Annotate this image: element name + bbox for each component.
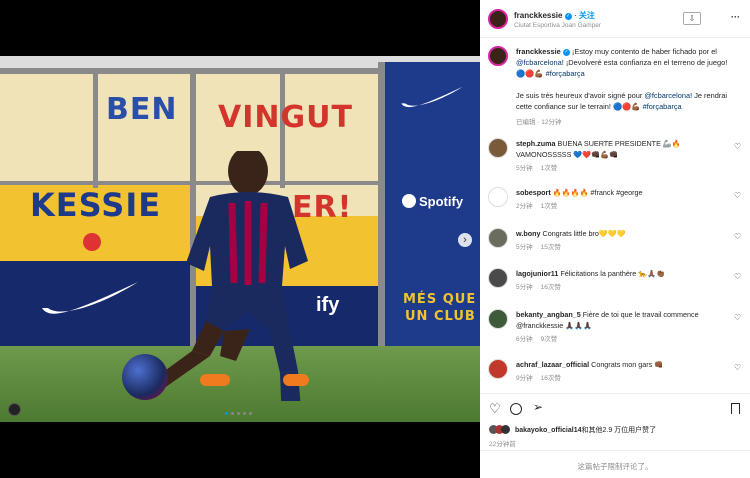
comment-meta: 5分钟 16次赞 bbox=[516, 281, 569, 291]
post-time: 22分钟前 bbox=[489, 441, 516, 448]
left-boot bbox=[200, 374, 230, 386]
mes-que-text: MÉS QUE bbox=[403, 292, 477, 307]
comment-username[interactable]: steph.zuma bbox=[516, 139, 556, 148]
caption: franckkessie ✓ ¡Estoy muy contento de ha… bbox=[488, 46, 743, 128]
like-icon[interactable]: ♡ bbox=[489, 401, 501, 417]
comment-likes[interactable]: 1次赞 bbox=[541, 165, 558, 172]
post-username[interactable]: franckkessie bbox=[514, 11, 562, 20]
comment-text: Félicitations la panthère 🐆🙏🏾👏🏾 bbox=[560, 269, 666, 278]
comment-time: 6分钟 bbox=[516, 336, 533, 343]
comment-text: 🔥🔥🔥🔥 #franck #george bbox=[552, 188, 643, 197]
hashtag-link[interactable]: #forçabarça bbox=[546, 69, 585, 78]
caption-username[interactable]: franckkessie bbox=[516, 47, 561, 56]
next-slide-button[interactable]: › bbox=[458, 233, 472, 247]
liker-username[interactable]: bakayoko_official14 bbox=[515, 427, 582, 434]
comment-meta: 5分钟 1次赞 bbox=[516, 162, 565, 172]
more-options-icon[interactable]: ··· bbox=[731, 12, 740, 22]
ben-text: BEN bbox=[106, 92, 178, 127]
comment-row: steph.zuma BUENA SUERTE PRESIDENTE 🦾🔥 VA… bbox=[488, 138, 743, 172]
save-icon[interactable] bbox=[731, 403, 740, 414]
comment-time: 2分钟 bbox=[516, 203, 533, 210]
comment-time: 5分钟 bbox=[516, 165, 533, 172]
comment-likes[interactable]: 15次赞 bbox=[541, 244, 561, 251]
avatar[interactable] bbox=[488, 268, 508, 288]
spotify-logo: Spotify bbox=[402, 194, 463, 209]
comment-like-icon[interactable]: ♡ bbox=[734, 272, 741, 281]
nike-swoosh-icon bbox=[401, 86, 463, 108]
liked-by: bakayoko_official14和其他2.9 万位用户赞了 bbox=[489, 425, 656, 435]
comment-username[interactable]: sobesport bbox=[516, 188, 551, 197]
mention-link[interactable]: @fcbarcelona! bbox=[644, 91, 692, 100]
comment-time: 9分钟 bbox=[516, 375, 533, 382]
comment-meta: 2分钟 1次赞 bbox=[516, 200, 565, 210]
comment-like-icon[interactable]: ♡ bbox=[734, 313, 741, 322]
comment-time: 5分钟 bbox=[516, 284, 533, 291]
post-location[interactable]: Ciutat Esportiva Joan Gamper bbox=[514, 22, 601, 29]
avatar[interactable] bbox=[488, 9, 508, 29]
slide-indicator bbox=[225, 412, 252, 415]
comment-row: sobesport 🔥🔥🔥🔥 #franck #george 2分钟 1次赞 ♡ bbox=[488, 187, 743, 221]
user-tag-icon[interactable] bbox=[8, 403, 21, 416]
avatar[interactable] bbox=[488, 228, 508, 248]
liker-avatars bbox=[489, 425, 513, 434]
comment-like-icon[interactable]: ♡ bbox=[734, 191, 741, 200]
red-ball bbox=[83, 233, 101, 251]
comment-meta: 6分钟 9次赞 bbox=[516, 333, 565, 343]
action-bar: ♡ ➢ bakayoko_official14和其他2.9 万位用户赞了 22分… bbox=[480, 393, 750, 448]
avatar[interactable] bbox=[488, 138, 508, 158]
avatar[interactable] bbox=[488, 359, 508, 379]
avatar[interactable] bbox=[488, 187, 508, 207]
right-boot bbox=[283, 374, 309, 386]
verified-icon: ✓ bbox=[564, 13, 572, 20]
mention-link[interactable]: @fcbarcelona! bbox=[516, 58, 564, 67]
photo-scene: BEN VINGUT KESSIE ER! MÉS QUE UN CLUB Sp… bbox=[0, 56, 480, 422]
comment-text: Congrats mon gars 👊🏾 bbox=[591, 360, 664, 369]
comment-row: bekanty_angban_5 Fière de toi que le tra… bbox=[488, 309, 743, 343]
comment-like-icon[interactable]: ♡ bbox=[734, 363, 741, 372]
comment-likes[interactable]: 1次赞 bbox=[541, 203, 558, 210]
comment-likes[interactable]: 9次赞 bbox=[541, 336, 558, 343]
comment-row: w.bony Congrats little bro💛💛💛 5分钟 15次赞 ♡ bbox=[488, 228, 743, 262]
comment-like-icon[interactable]: ♡ bbox=[734, 142, 741, 151]
comment-username[interactable]: achraf_lazaar_official bbox=[516, 360, 589, 369]
comment-time: 5分钟 bbox=[516, 244, 533, 251]
avatar[interactable] bbox=[488, 46, 508, 66]
post-header: franckkessie ✓ · 关注 Ciutat Esportiva Joa… bbox=[480, 0, 750, 38]
likes-count[interactable]: 和其他2.9 万位用户赞了 bbox=[581, 427, 656, 434]
comment-icon[interactable] bbox=[510, 403, 522, 415]
football bbox=[122, 354, 168, 400]
comments-restricted-notice: 这篇帖子限制评论了。 bbox=[480, 450, 750, 478]
send-icon[interactable]: ➢ bbox=[533, 400, 543, 414]
comment-meta: 5分钟 15次赞 bbox=[516, 241, 569, 251]
un-club-text: UN CLUB bbox=[405, 309, 476, 324]
comment-like-icon[interactable]: ♡ bbox=[734, 232, 741, 241]
comment-username[interactable]: bekanty_angban_5 bbox=[516, 310, 581, 319]
post-side-panel: franckkessie ✓ · 关注 Ciutat Esportiva Joa… bbox=[480, 0, 750, 478]
post-photo[interactable]: BEN VINGUT KESSIE ER! MÉS QUE UN CLUB Sp… bbox=[0, 0, 480, 478]
comment-likes[interactable]: 16次赞 bbox=[541, 284, 561, 291]
comment-username[interactable]: w.bony bbox=[516, 229, 541, 238]
comment-row: achraf_lazaar_official Congrats mon gars… bbox=[488, 359, 743, 393]
hashtag-link[interactable]: #forçabarça bbox=[643, 102, 682, 111]
instagram-post-dialog: BEN VINGUT KESSIE ER! MÉS QUE UN CLUB Sp… bbox=[0, 0, 750, 478]
comment-text: Congrats little bro💛💛💛 bbox=[542, 229, 626, 238]
caption-time: 已编辑 · 12分钟 bbox=[516, 119, 562, 126]
comment-meta: 9分钟 16次赞 bbox=[516, 372, 569, 382]
comment-likes[interactable]: 16次赞 bbox=[541, 375, 561, 382]
spotify-icon bbox=[402, 194, 416, 208]
follow-button[interactable]: 关注 bbox=[579, 11, 595, 20]
verified-icon: ✓ bbox=[562, 49, 570, 56]
share-icon[interactable]: ⇩ bbox=[683, 12, 701, 25]
comment-row: lagojunior11 Félicitations la panthère 🐆… bbox=[488, 268, 743, 302]
avatar[interactable] bbox=[488, 309, 508, 329]
vingut-text: VINGUT bbox=[218, 100, 353, 135]
comment-username[interactable]: lagojunior11 bbox=[516, 269, 558, 278]
